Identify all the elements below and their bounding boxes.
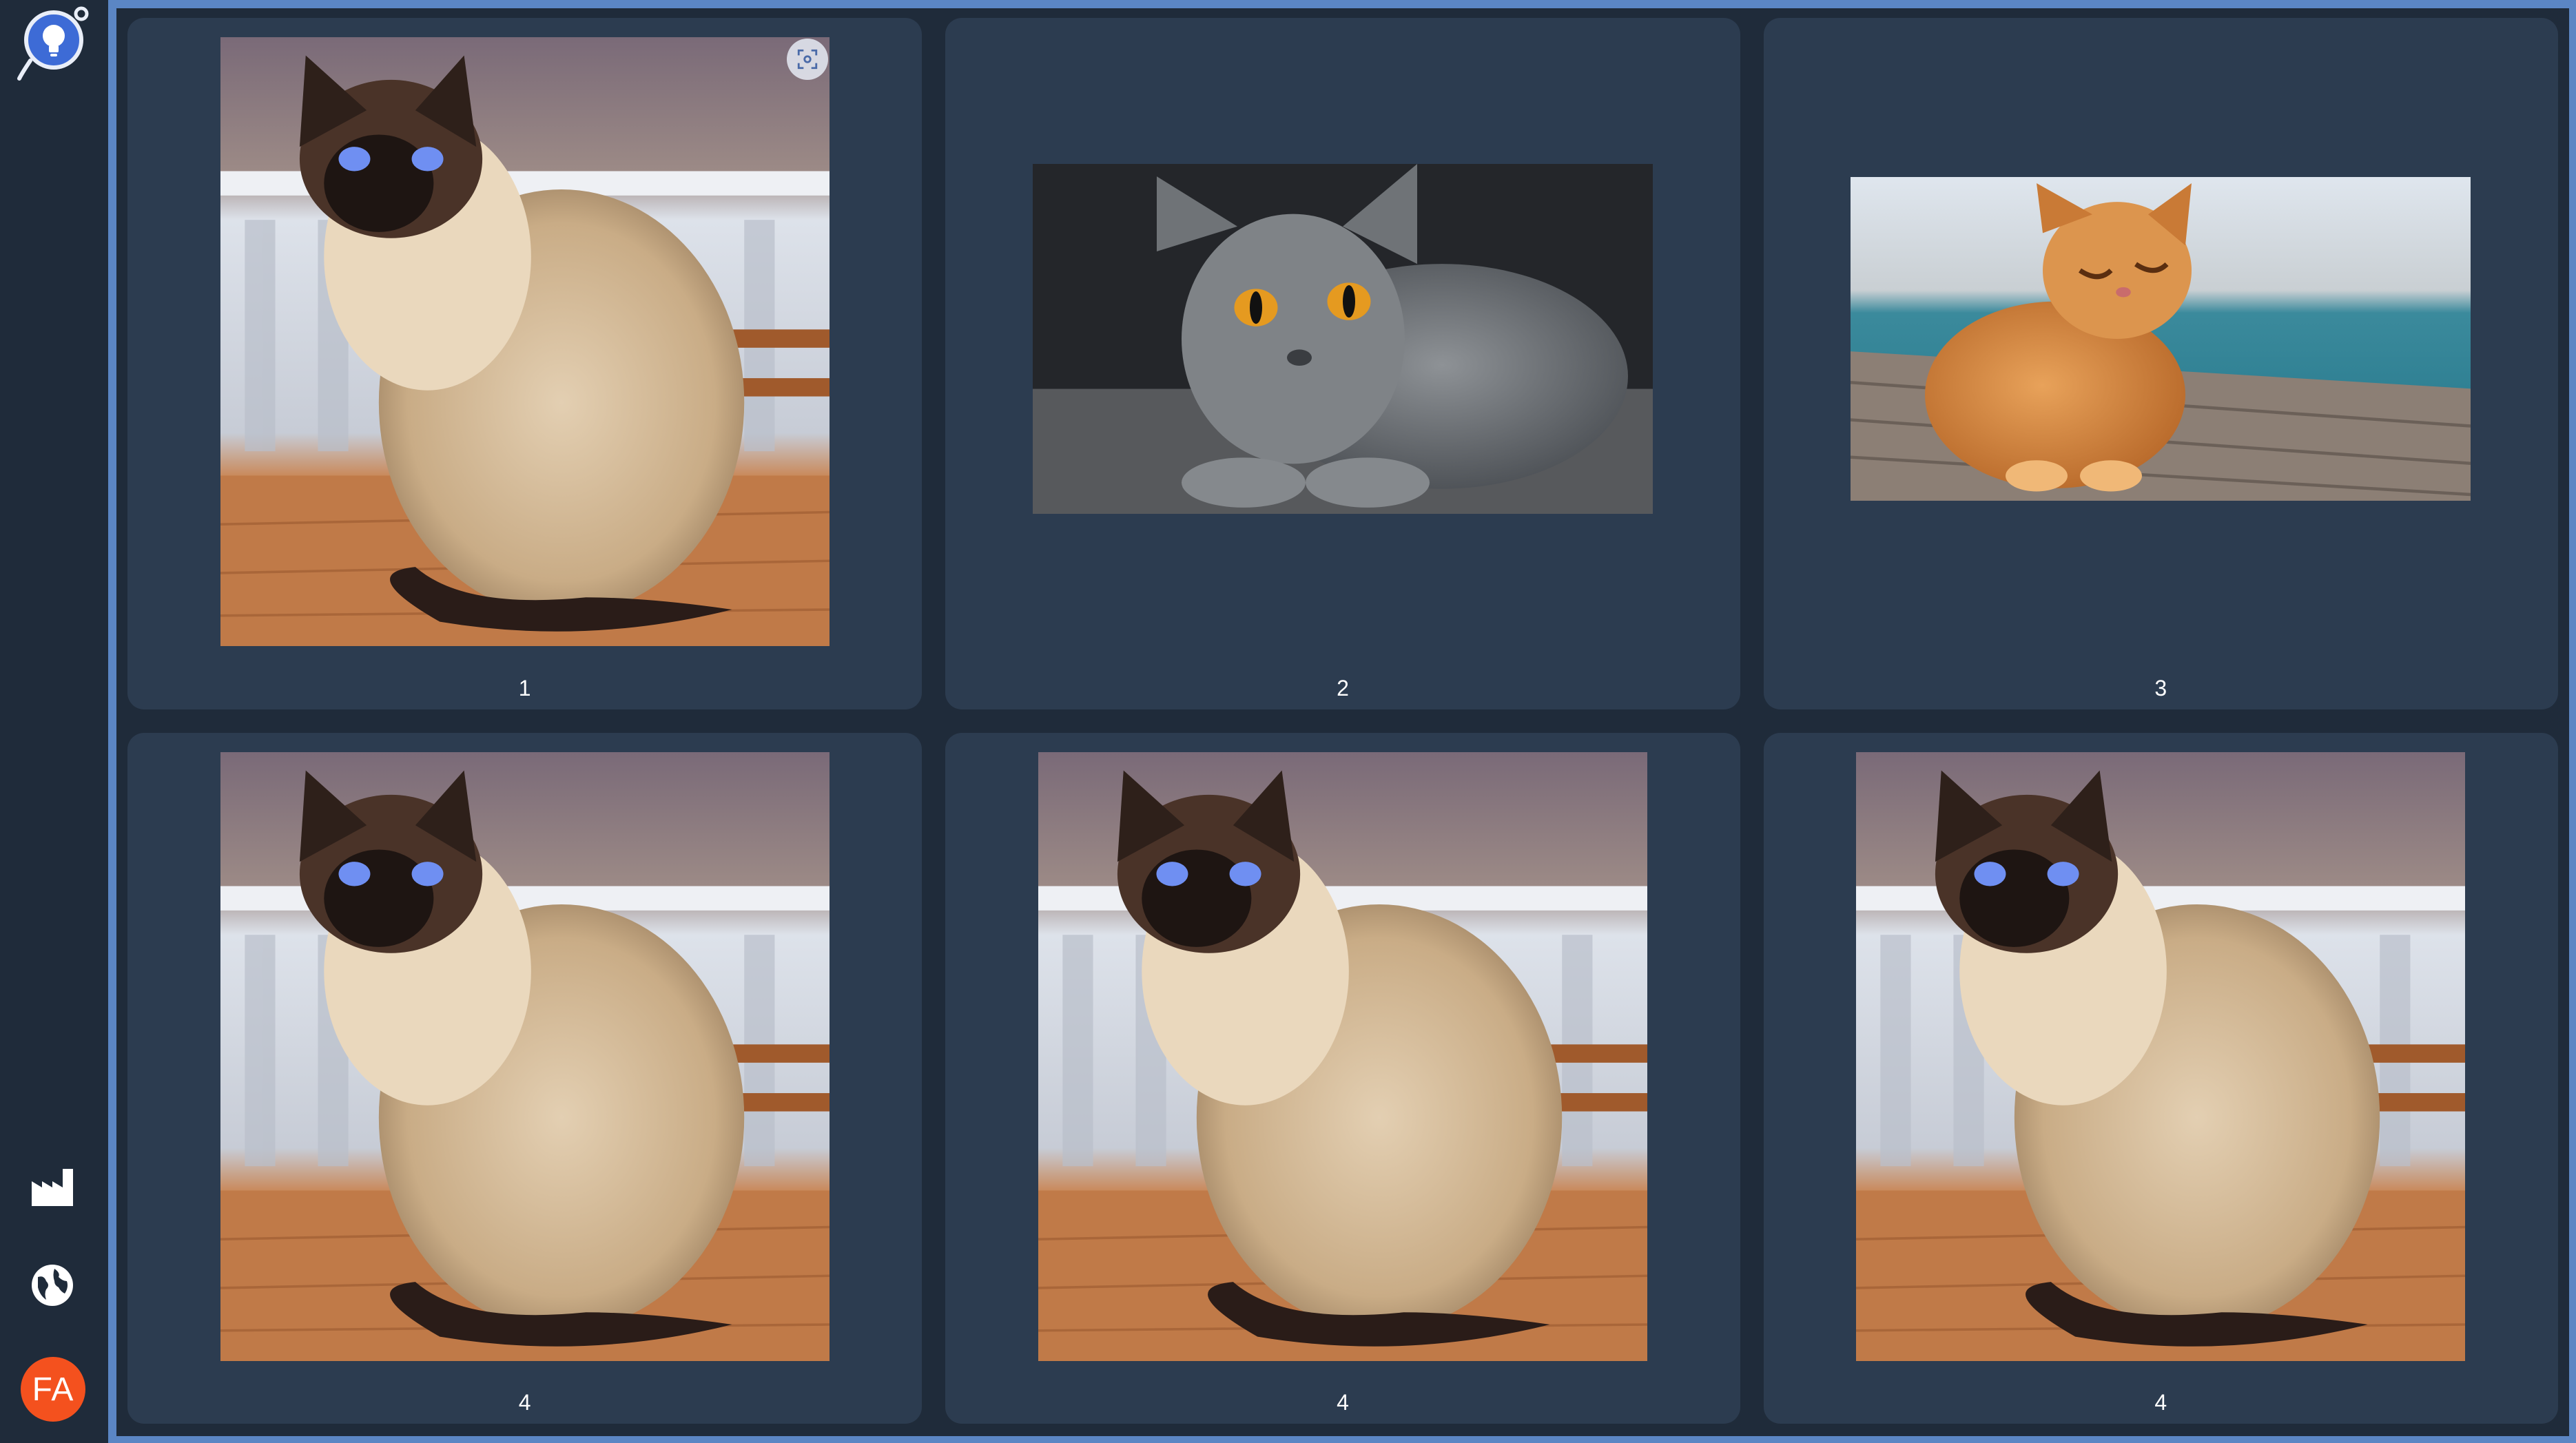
card-label: 1 bbox=[518, 675, 531, 700]
siamese-cat-image[interactable] bbox=[1856, 752, 2465, 1361]
card-label: 4 bbox=[1337, 1390, 1349, 1415]
image-gallery: 1 2 3 4 4 4 bbox=[116, 8, 2569, 1436]
avatar[interactable]: FA bbox=[21, 1357, 85, 1422]
siamese-cat-image[interactable] bbox=[220, 37, 830, 646]
siamese-cat-image[interactable] bbox=[220, 752, 830, 1361]
focus-icon[interactable] bbox=[786, 39, 828, 80]
main-frame: 1 2 3 4 4 4 bbox=[108, 0, 2576, 1443]
gallery-card[interactable]: 4 bbox=[127, 732, 923, 1424]
gallery-card[interactable]: 1 bbox=[127, 18, 923, 709]
grey-cat-image[interactable] bbox=[1032, 164, 1653, 514]
globe-icon[interactable] bbox=[28, 1260, 77, 1310]
factory-icon[interactable] bbox=[28, 1163, 77, 1212]
gallery-card[interactable]: 4 bbox=[945, 732, 1740, 1424]
orange-cat-image[interactable] bbox=[1851, 177, 2471, 501]
card-label: 4 bbox=[518, 1390, 531, 1415]
card-label: 4 bbox=[2154, 1390, 2167, 1415]
avatar-initials: FA bbox=[32, 1371, 74, 1408]
gallery-card[interactable]: 2 bbox=[945, 18, 1740, 709]
sidebar: FA bbox=[0, 0, 108, 1443]
card-label: 2 bbox=[1337, 675, 1349, 700]
lightbulb-logo-icon[interactable] bbox=[15, 6, 92, 83]
siamese-cat-image[interactable] bbox=[1038, 752, 1647, 1361]
gallery-card[interactable]: 4 bbox=[1763, 732, 2558, 1424]
gallery-card[interactable]: 3 bbox=[1763, 18, 2558, 709]
card-label: 3 bbox=[2154, 675, 2167, 700]
